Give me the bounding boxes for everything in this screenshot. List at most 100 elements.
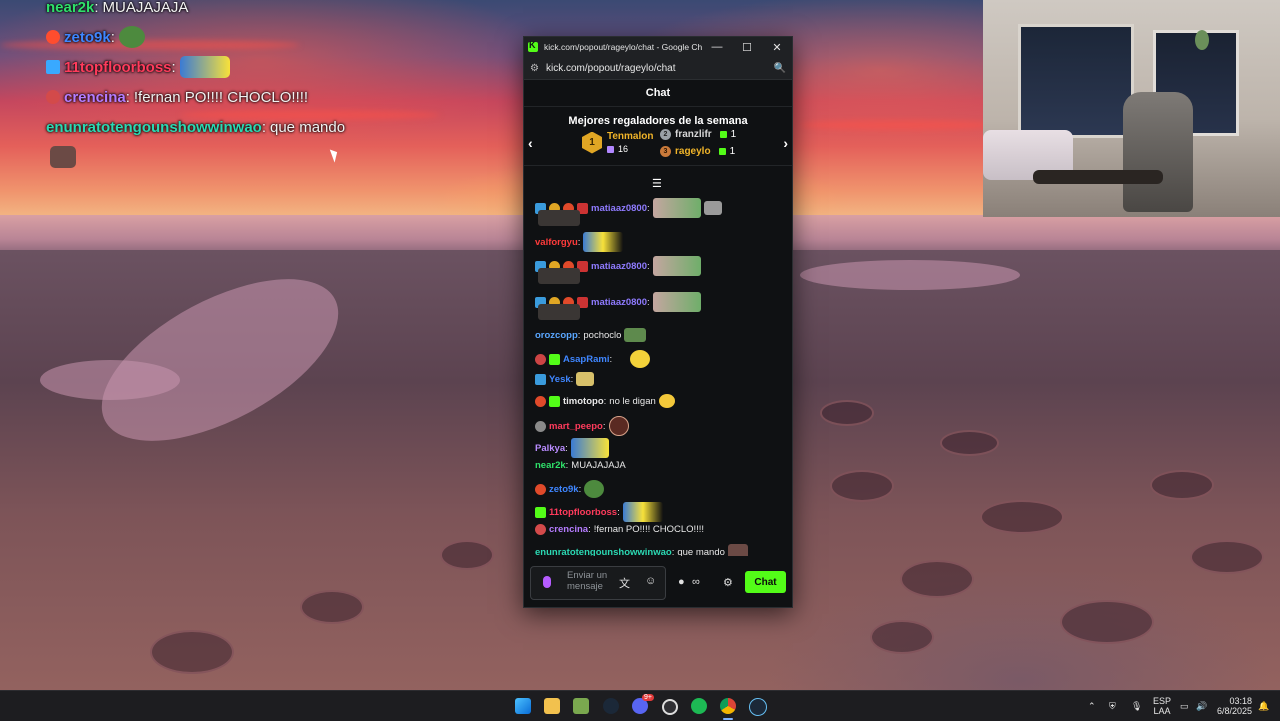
gifter-count: 1 (729, 146, 736, 157)
chat-message: AsapRami: (535, 350, 651, 368)
maximize-button[interactable]: ☐ (732, 37, 762, 57)
file-explorer-icon[interactable] (544, 698, 560, 714)
language-indicator[interactable]: ESP LAA (1153, 691, 1171, 721)
chat-username[interactable]: matiaaz0800 (591, 261, 647, 272)
emote-icon (538, 268, 580, 284)
discord-badge: 9+ (642, 694, 654, 701)
spotify-icon[interactable] (691, 698, 707, 714)
emote-icon (652, 292, 701, 312)
top-gifter-name: Tenmalon (607, 131, 654, 142)
chat-username[interactable]: timotopo (563, 396, 604, 407)
start-windows-icon[interactable] (515, 698, 531, 714)
chat-message: Palkya: (535, 438, 609, 458)
chat-composer[interactable]: Enviar un mensaje 文 ☺ (530, 566, 666, 600)
clock[interactable]: 03:18 6/8/2025 (1217, 691, 1252, 721)
chat-username[interactable]: zeto9k (549, 484, 579, 495)
chevron-left-icon[interactable]: ‹ (528, 135, 533, 151)
chat-message-list[interactable]: matiaaz0800: valforgyu: matiaaz0800: mat… (524, 184, 792, 556)
rock-hole (1060, 600, 1154, 644)
chat-message-text: no le digan (609, 395, 656, 407)
infinity-icon[interactable]: ∞ (692, 576, 700, 588)
translate-icon[interactable]: 文 (619, 575, 630, 591)
chat-username[interactable]: near2k (535, 460, 566, 471)
gifter-row: 3 rageylo 1 (660, 146, 735, 157)
filter-icon[interactable]: ☰ (652, 177, 664, 190)
rock-hole (940, 430, 999, 456)
volume-icon[interactable]: 🔊 (1196, 691, 1207, 721)
sub-badge-icon (549, 395, 560, 407)
chat-username[interactable]: Yesk (549, 374, 571, 385)
tide-pool (800, 260, 1020, 290)
chat-username[interactable]: valforgyu (535, 237, 578, 248)
chrome-icon[interactable] (720, 698, 736, 714)
overlay-chat-line (46, 142, 506, 172)
rock-hole (150, 630, 234, 674)
badge-icon (46, 60, 60, 74)
rock-hole (900, 560, 974, 598)
chat-username[interactable]: Palkya (535, 443, 565, 454)
chat-message: orozcopp: pochoclo (535, 328, 647, 342)
microphone-tray-icon[interactable]: 🎙 (1131, 691, 1142, 721)
chat-username[interactable]: matiaaz0800 (591, 297, 647, 308)
message-input-placeholder[interactable]: Enviar un mensaje (567, 570, 615, 592)
url-text[interactable]: kick.com/popout/rageylo/chat (546, 63, 770, 74)
overlay-message-text: !fernan PO!!!! CHOCLO!!!! (133, 88, 309, 106)
webcam-plant (1195, 30, 1209, 50)
chevron-right-icon[interactable]: › (783, 135, 788, 151)
tide-pool (40, 360, 180, 400)
sub-badge-icon (549, 353, 560, 365)
gun-emote-icon (703, 201, 722, 215)
emote-icon (50, 146, 76, 168)
badge-icon (535, 395, 546, 407)
overlay-username: enunratotengounshowwinwao (46, 118, 262, 136)
close-button[interactable]: ✕ (762, 37, 792, 57)
chat-username[interactable]: enunratotengounshowwinwao (535, 547, 672, 557)
address-bar[interactable]: ⚙ kick.com/popout/rageylo/chat 🔍 (524, 57, 792, 80)
pepe-emote-icon (584, 480, 605, 498)
steam-icon[interactable] (749, 698, 767, 716)
badge-icon (535, 373, 546, 385)
chat-username[interactable]: 11topfloorboss (549, 507, 617, 518)
overlay-chat-line: near2k: MUAJAJAJA (46, 0, 189, 16)
zoom-icon[interactable]: 🔍 (770, 63, 786, 74)
microphone-icon[interactable] (543, 576, 551, 588)
settings-gear-icon[interactable]: ⚙ (723, 576, 733, 589)
steam-icon[interactable] (603, 698, 619, 714)
chat-username[interactable]: orozcopp (535, 330, 578, 341)
notification-bell-icon[interactable]: 🔔 (1258, 691, 1269, 721)
chat-username[interactable]: matiaaz0800 (591, 203, 647, 214)
rock-hole (870, 620, 934, 654)
top-gifter-count-row: 16 (607, 144, 653, 154)
network-icon[interactable]: ▭ (1180, 691, 1189, 721)
chat-message: zeto9k: (535, 480, 605, 498)
minimize-button[interactable]: — (702, 37, 732, 57)
window-titlebar[interactable]: kick.com/popout/rageylo/chat - Google Ch… (524, 37, 792, 57)
gifter-row: 2 franzlifr 1 (660, 129, 736, 140)
webcam-table (1033, 170, 1163, 184)
webcam-window-view (1018, 24, 1134, 138)
clock-app-icon[interactable] (662, 699, 678, 715)
minecraft-icon[interactable] (573, 698, 589, 714)
chat-message: Yesk: (535, 372, 595, 386)
emoji-icon[interactable]: ☺ (645, 575, 656, 587)
chat-message-text: !fernan PO!!!! CHOCLO!!!! (593, 524, 705, 535)
send-chat-button[interactable]: Chat (745, 571, 786, 593)
site-info-icon[interactable]: ⚙ (530, 63, 546, 74)
rank-bronze-icon: 3 (660, 146, 671, 157)
chat-message-text: que mando (677, 546, 725, 557)
keyboard-layout: LAA (1153, 706, 1171, 716)
defender-icon[interactable]: ⛨ (1109, 691, 1116, 721)
clock-time: 03:18 (1229, 696, 1253, 706)
emote-icon (179, 56, 230, 78)
chat-message: timotopo: no le digan (535, 394, 675, 408)
emote-icon (727, 544, 748, 556)
tray-overflow-icon[interactable]: ⌃ (1088, 691, 1096, 721)
chat-username[interactable]: AsapRami (563, 354, 609, 365)
gaming-chair (1123, 92, 1193, 212)
badge-icon (46, 90, 60, 104)
chat-username[interactable]: mart_peepo (549, 421, 603, 432)
badge-icon (535, 483, 546, 495)
chat-username[interactable]: crencina (549, 524, 588, 535)
kicks-icon[interactable]: ● (678, 576, 685, 588)
browser-popup-window: kick.com/popout/rageylo/chat - Google Ch… (523, 36, 793, 608)
